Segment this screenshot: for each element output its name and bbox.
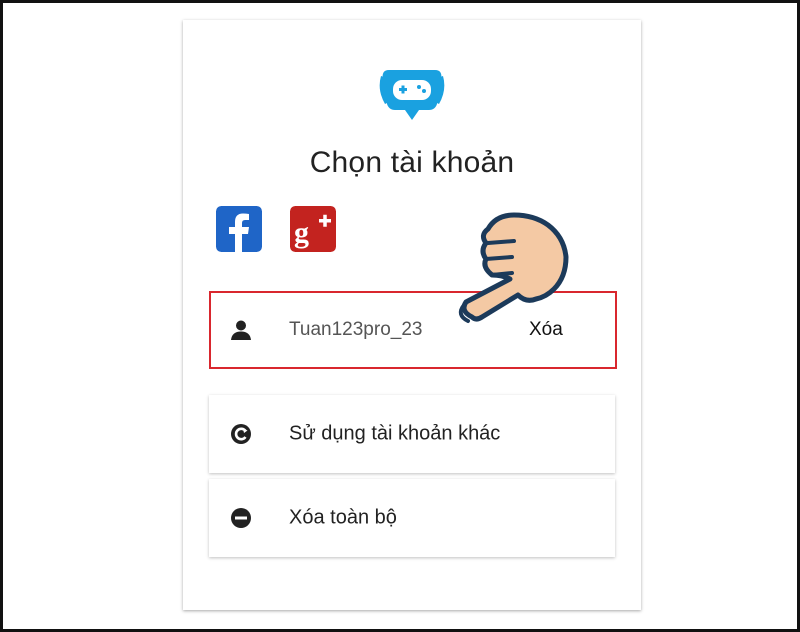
clear-all-label: Xóa toàn bộ — [289, 506, 397, 529]
page-title: Chọn tài khoản — [309, 146, 515, 179]
facebook-icon — [216, 206, 262, 252]
refresh-icon — [231, 424, 251, 444]
use-other-account-label: Sử dụng tài khoản khác — [289, 422, 501, 445]
pointing-hand-icon — [458, 212, 569, 323]
google-plus-icon: g — [290, 206, 336, 252]
use-other-account-button[interactable]: Sử dụng tài khoản khác — [209, 395, 615, 473]
clear-all-button[interactable]: Xóa toàn bộ — [209, 479, 615, 557]
svg-text:g: g — [294, 216, 309, 249]
minus-circle-icon — [231, 508, 251, 528]
facebook-login-button[interactable] — [216, 206, 262, 252]
app-logo-icon — [379, 70, 445, 120]
google-plus-login-button[interactable]: g — [290, 206, 336, 252]
